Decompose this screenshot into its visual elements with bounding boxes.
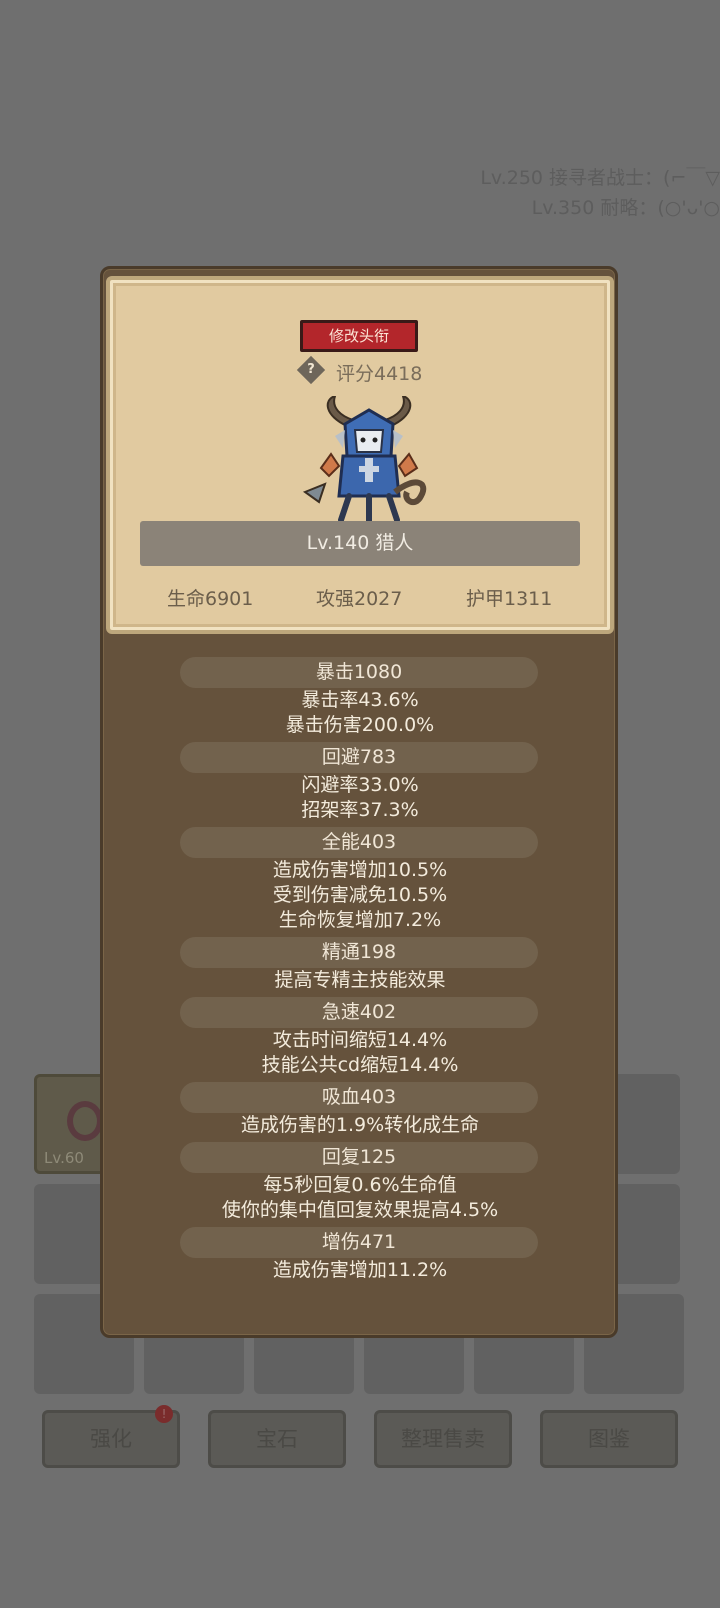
stat-line: 造成伤害增加11.2% <box>272 1259 448 1281</box>
ticker-line-2: Lv.350 耐略：(○'ᴗ'○ <box>531 197 720 219</box>
codex-button-label: 图鉴 <box>588 1427 630 1451</box>
stat-line: 暴击伤害200.0% <box>285 714 435 736</box>
change-title-button[interactable]: 修改头衔 <box>300 320 418 352</box>
ticker-line-1: Lv.250 接寻者战士：(⌐￣▽ <box>480 167 720 189</box>
sort-sell-button[interactable]: 整理售卖 <box>374 1410 512 1468</box>
stat-header-crit: 暴击1080 <box>180 657 538 688</box>
item-level: Lv.60 <box>44 1149 84 1167</box>
stat-line: 招架率37.3% <box>301 799 419 821</box>
stat-header-haste: 急速402 <box>180 997 538 1028</box>
stat-line: 技能公共cd缩短14.4% <box>261 1054 459 1076</box>
main-stat-attack: 攻强2027 <box>316 588 403 610</box>
stat-line: 闪避率33.0% <box>301 774 419 796</box>
stat-header-mastery: 精通198 <box>180 937 538 968</box>
score-label: 评分4418 <box>336 363 423 385</box>
stat-header-versatility: 全能403 <box>180 827 538 858</box>
gem-button-label: 宝石 <box>256 1427 298 1451</box>
stat-header-damage-bonus: 增伤471 <box>180 1227 538 1258</box>
sort-sell-button-label: 整理售卖 <box>401 1427 485 1451</box>
stat-line: 造成伤害增加10.5% <box>272 859 448 881</box>
alert-badge-icon: ! <box>155 1405 173 1423</box>
enhance-button-label: 强化 <box>90 1427 132 1451</box>
main-stat-hp: 生命6901 <box>167 588 254 610</box>
stat-header-regen: 回复125 <box>180 1142 538 1173</box>
stat-line: 提高专精主技能效果 <box>274 969 446 991</box>
stat-header-lifesteal: 吸血403 <box>180 1082 538 1113</box>
stat-line: 使你的集中值回复效果提高4.5% <box>221 1199 499 1221</box>
help-icon-glyph: ? <box>307 362 315 377</box>
stat-line: 暴击率43.6% <box>301 689 419 711</box>
enhance-button[interactable]: 强化 ! <box>42 1405 180 1468</box>
hunter-avatar <box>302 396 427 529</box>
stat-line: 受到伤害减免10.5% <box>272 884 448 906</box>
stat-header-avoidance: 回避783 <box>180 742 538 773</box>
stat-line: 生命恢复增加7.2% <box>278 909 442 931</box>
ring-icon <box>67 1101 103 1141</box>
gem-button[interactable]: 宝石 <box>208 1410 346 1468</box>
main-stat-armor: 护甲1311 <box>466 588 553 610</box>
codex-button[interactable]: 图鉴 <box>540 1410 678 1468</box>
stat-line: 攻击时间缩短14.4% <box>272 1029 448 1051</box>
stat-line: 每5秒回复0.6%生命值 <box>263 1174 457 1196</box>
stat-line: 造成伤害的1.9%转化成生命 <box>240 1114 480 1136</box>
character-name-bar: Lv.140 猎人 <box>140 521 580 566</box>
